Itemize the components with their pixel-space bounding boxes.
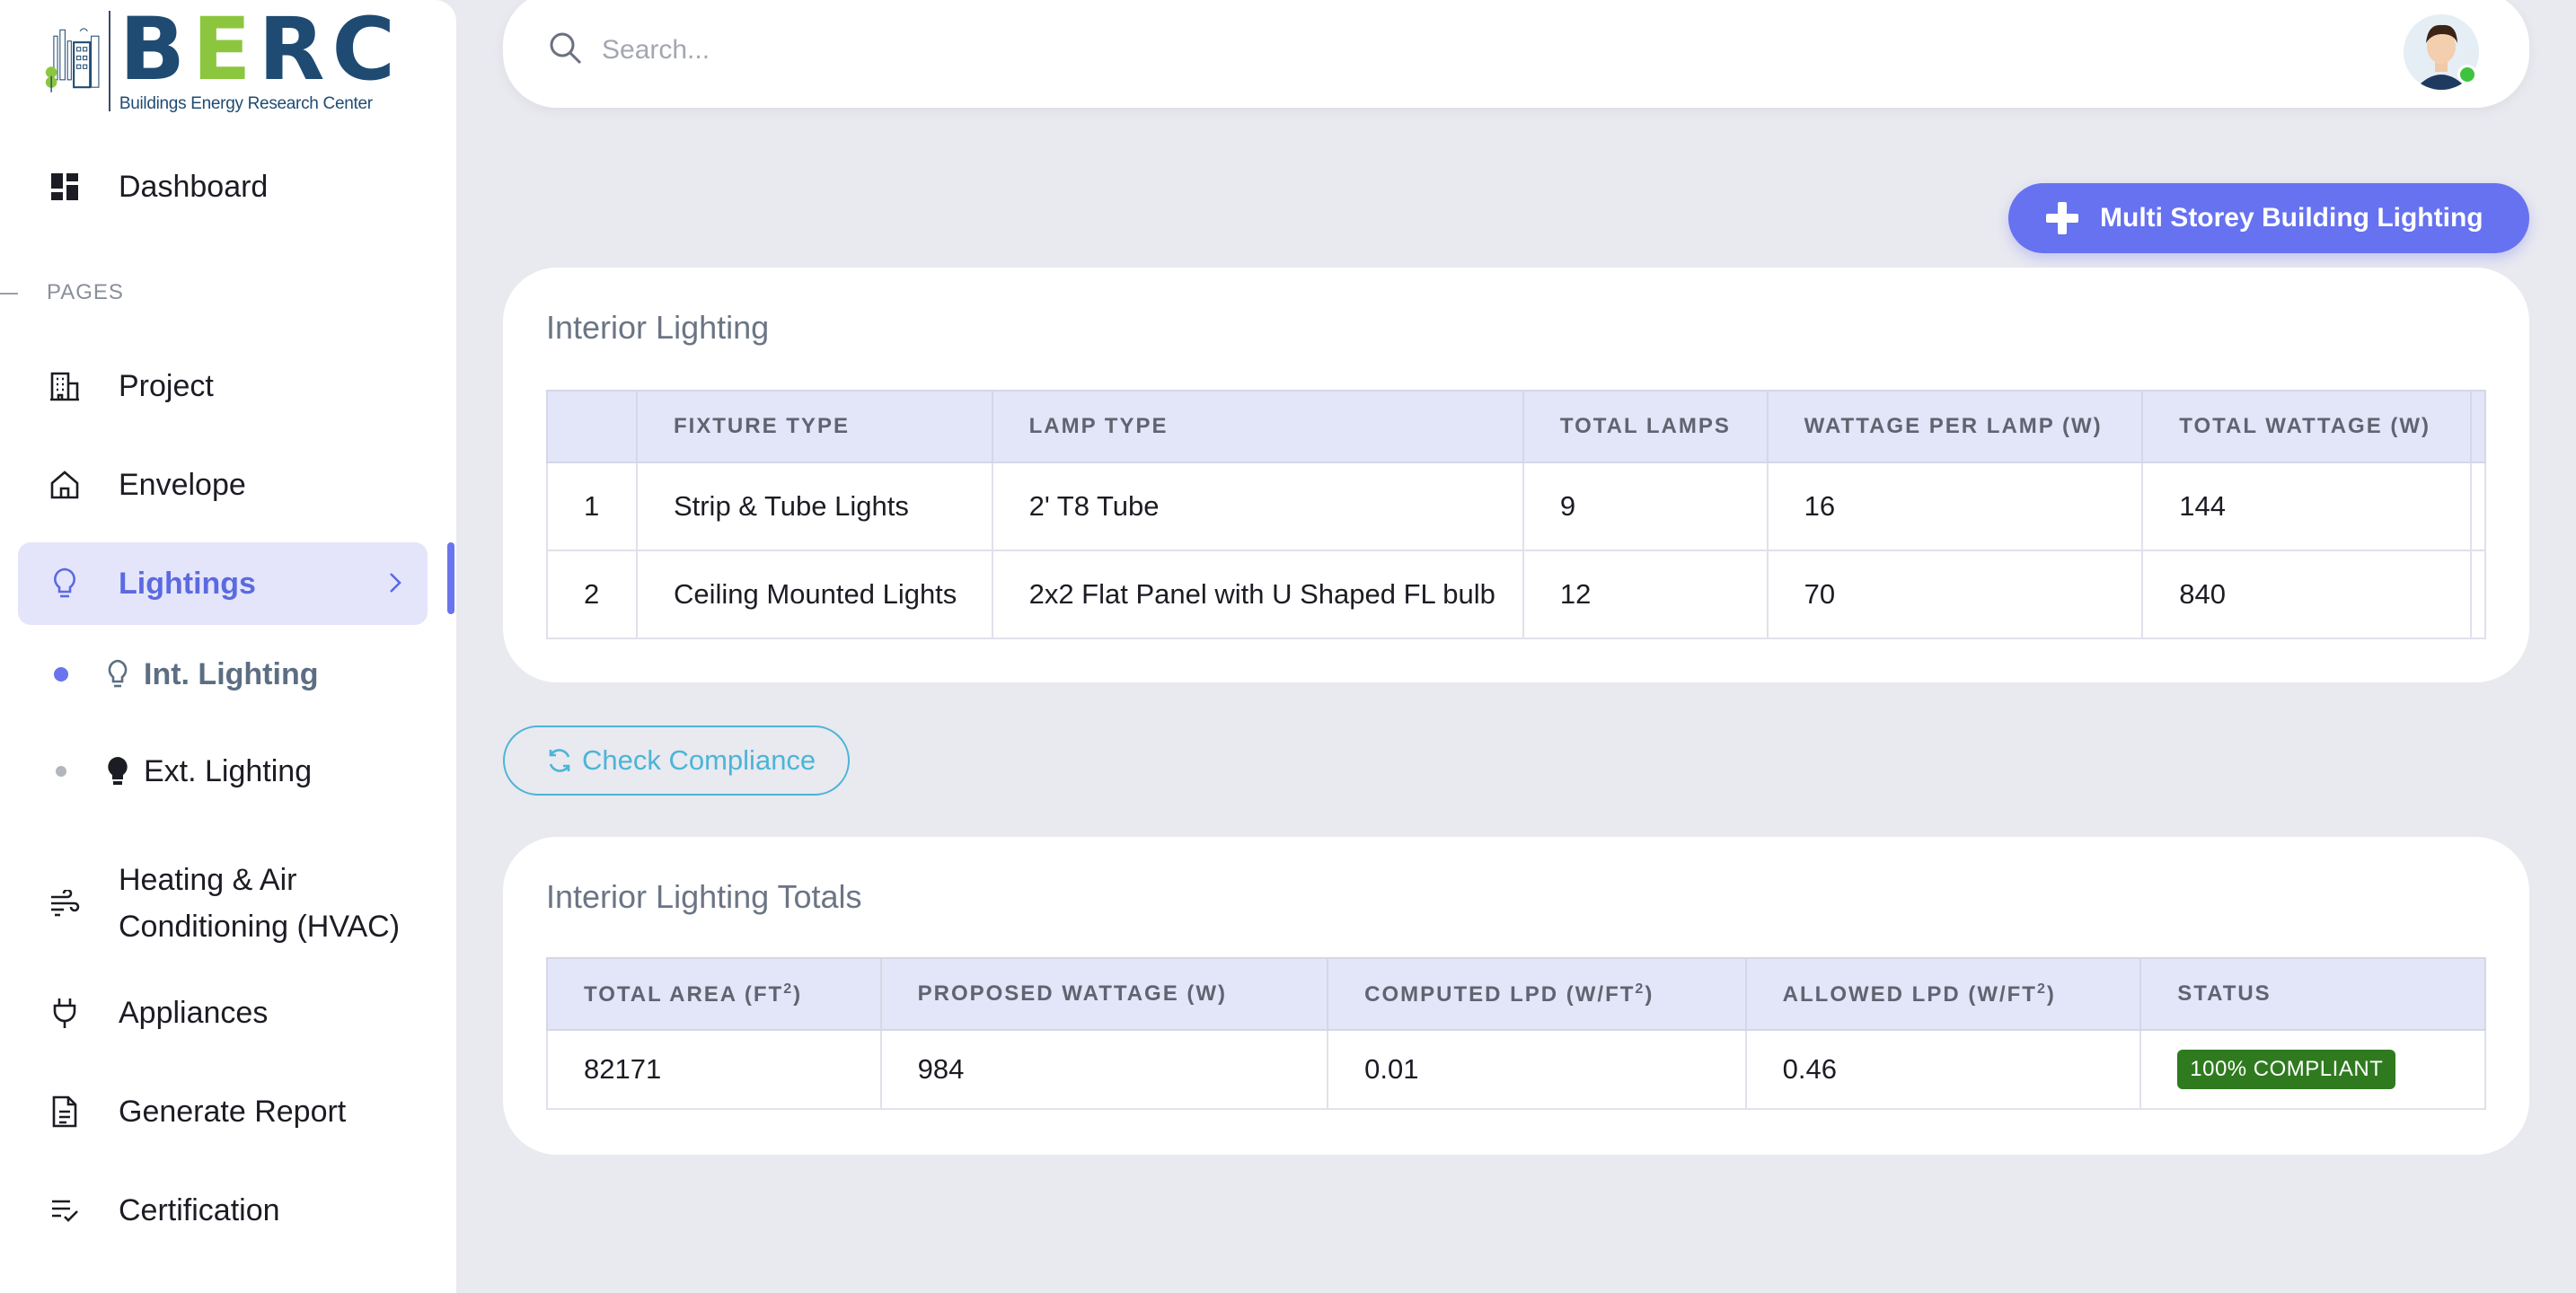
- column-header-lamp-type: Lamp Type: [991, 390, 1524, 463]
- table-header-row: Total Area (ft2) Proposed Wattage (W) Co…: [546, 957, 2486, 1031]
- cell-lamp-type: 2' T8 Tube: [991, 462, 1524, 551]
- sidebar-item-label: Dashboard: [119, 169, 269, 204]
- section-label: PAGES: [47, 280, 124, 304]
- column-header-total-area: Total Area (ft2): [546, 957, 882, 1031]
- sidebar: BERC Buildings Energy Research Center Da…: [0, 0, 456, 1293]
- building-icon: [49, 370, 81, 402]
- sidebar-item-label: Lightings: [119, 566, 256, 601]
- column-header-index: [546, 390, 638, 463]
- sidebar-item-project[interactable]: Project: [18, 345, 428, 427]
- sidebar-item-label: Certification: [119, 1192, 280, 1227]
- cell-total-area: 82171: [546, 1029, 882, 1110]
- cell-wattage-per-lamp: 16: [1766, 462, 2144, 551]
- cell-index: 1: [546, 462, 638, 551]
- checklist-icon: [49, 1194, 81, 1227]
- table-header-row: Fixture Type Lamp Type Total Lamps Watta…: [546, 390, 2487, 463]
- subitem-label: Ext. Lighting: [144, 753, 313, 788]
- interior-lighting-totals-card: Interior Lighting Totals Total Area (ft2…: [503, 837, 2529, 1155]
- sidebar-subitem-ext-lighting[interactable]: Ext. Lighting: [54, 740, 312, 803]
- status-badge: 100% COMPLIANT: [2177, 1050, 2396, 1089]
- sidebar-item-hvac[interactable]: Heating & Air Conditioning (HVAC): [18, 851, 428, 955]
- card-title: Interior Lighting: [546, 309, 770, 346]
- logo-text: BERC Buildings Energy Research Center: [119, 0, 402, 114]
- sidebar-item-label: Heating & Air Conditioning (HVAC): [119, 857, 400, 950]
- cell-index: 2: [546, 550, 638, 639]
- hvac-line-1: Heating & Air: [119, 863, 297, 897]
- interior-lighting-table: Fixture Type Lamp Type Total Lamps Watta…: [546, 390, 2487, 639]
- sidebar-item-label: Generate Report: [119, 1094, 347, 1129]
- wind-icon: [49, 887, 81, 919]
- sidebar-item-dashboard[interactable]: Dashboard: [18, 145, 428, 228]
- lightbulb-icon: [49, 567, 81, 600]
- dashboard-icon: [49, 171, 81, 203]
- sidebar-item-envelope[interactable]: Envelope: [18, 444, 428, 526]
- berc-logo[interactable]: BERC Buildings Energy Research Center: [41, 0, 402, 122]
- plus-icon: [2046, 202, 2078, 234]
- home-icon: [49, 469, 81, 501]
- cell-proposed-wattage: 984: [879, 1029, 1329, 1110]
- column-header-proposed-wattage: Proposed Wattage (W): [879, 957, 1329, 1031]
- chevron-right-icon: [390, 573, 401, 593]
- sidebar-item-generate-report[interactable]: Generate Report: [18, 1070, 428, 1153]
- button-label: Multi Storey Building Lighting: [2100, 203, 2483, 233]
- cell-total-lamps: 12: [1522, 550, 1769, 639]
- cell-fixture-type: Strip & Tube Lights: [635, 462, 993, 551]
- search-icon[interactable]: [548, 31, 584, 66]
- table-row: 82171 984 0.01 0.46 100% COMPLIANT: [546, 1029, 2486, 1110]
- cell-total-lamps: 9: [1522, 462, 1769, 551]
- search-input[interactable]: [602, 23, 943, 77]
- cell-computed-lpd: 0.01: [1327, 1029, 1747, 1110]
- sidebar-item-label: Appliances: [119, 995, 269, 1030]
- online-status-indicator: [2457, 65, 2477, 84]
- column-header-total-lamps: Total Lamps: [1522, 390, 1769, 463]
- inactive-dot: [56, 766, 66, 777]
- cell-wattage-per-lamp: 70: [1766, 550, 2144, 639]
- cell-lamp-type: 2x2 Flat Panel with U Shaped FL bulb: [991, 550, 1524, 639]
- hvac-line-2: Conditioning (HVAC): [119, 910, 401, 944]
- button-label: Check Compliance: [582, 744, 816, 776]
- document-icon: [49, 1095, 81, 1128]
- sidebar-item-lightings[interactable]: Lightings: [18, 542, 428, 625]
- cell-status: 100% COMPLIANT: [2139, 1029, 2486, 1110]
- table-row[interactable]: 2 Ceiling Mounted Lights 2x2 Flat Panel …: [546, 550, 2487, 639]
- column-header-status: Status: [2139, 957, 2486, 1031]
- cell-allowed-lpd: 0.46: [1744, 1029, 2142, 1110]
- cell-total-wattage: 840: [2141, 550, 2472, 639]
- sidebar-item-label: Project: [119, 368, 214, 403]
- card-title: Interior Lighting Totals: [546, 878, 862, 915]
- interior-lighting-card: Interior Lighting Fixture Type Lamp Type…: [503, 268, 2529, 682]
- sidebar-item-label: Envelope: [119, 467, 246, 502]
- table-row[interactable]: 1 Strip & Tube Lights 2' T8 Tube 9 16 14…: [546, 462, 2487, 551]
- subitem-label: Int. Lighting: [144, 656, 319, 691]
- sidebar-subitem-int-lighting[interactable]: Int. Lighting: [54, 643, 319, 706]
- cell-fixture-type: Ceiling Mounted Lights: [635, 550, 993, 639]
- lightbulb-filled-icon: [102, 756, 133, 787]
- building-logo-icon: [45, 28, 100, 92]
- refresh-icon: [549, 749, 570, 772]
- logo-subtitle: Buildings Energy Research Center: [119, 94, 373, 113]
- check-compliance-button[interactable]: Check Compliance: [503, 726, 850, 796]
- sidebar-item-certification[interactable]: Certification: [18, 1169, 428, 1252]
- top-bar: [503, 0, 2529, 108]
- column-header-fixture-type: Fixture Type: [635, 390, 993, 463]
- plug-icon: [49, 997, 81, 1029]
- interior-lighting-totals-table: Total Area (ft2) Proposed Wattage (W) Co…: [546, 957, 2486, 1110]
- cell-overflow: [2469, 462, 2487, 551]
- logo-wordmark: BERC: [119, 0, 402, 100]
- lightbulb-outline-icon: [102, 659, 133, 690]
- active-indicator: [447, 542, 454, 614]
- column-header-wattage-per-lamp: Wattage per Lamp (W): [1766, 390, 2144, 463]
- sidebar-item-appliances[interactable]: Appliances: [18, 972, 428, 1054]
- section-divider: [0, 293, 18, 295]
- column-header-computed-lpd: Computed LPD (w/ft2): [1327, 957, 1747, 1031]
- cell-overflow: [2469, 550, 2487, 639]
- logo-divider: [109, 11, 110, 111]
- cell-total-wattage: 144: [2141, 462, 2472, 551]
- column-header-allowed-lpd: Allowed LPD (w/ft2): [1744, 957, 2142, 1031]
- column-header-overflow: [2469, 390, 2487, 463]
- column-header-total-wattage: Total Wattage (W): [2141, 390, 2472, 463]
- active-dot: [54, 667, 68, 682]
- add-multi-storey-lighting-button[interactable]: Multi Storey Building Lighting: [2008, 183, 2529, 253]
